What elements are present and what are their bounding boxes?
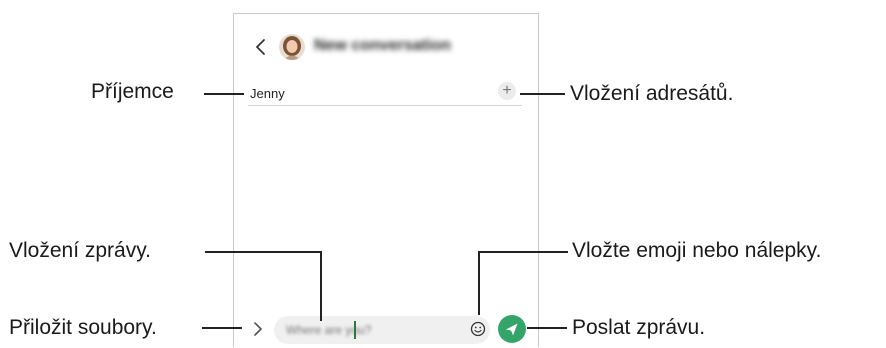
- leader-line-send: [527, 327, 567, 329]
- callout-send-message: Poslat zprávu.: [572, 316, 706, 339]
- leader-line-enter-message-v: [320, 251, 322, 321]
- recipient-divider: [248, 105, 522, 106]
- phone-screen: New conversation Jenny + Where are you?: [233, 13, 539, 347]
- message-draft-text: Where are you?: [286, 323, 372, 337]
- send-button[interactable]: [498, 315, 526, 343]
- send-icon: [506, 323, 518, 336]
- callout-add-recipients: Vložení adresátů.: [570, 82, 734, 105]
- emoji-icon[interactable]: [470, 321, 486, 337]
- leader-line-emoji-v: [478, 251, 480, 315]
- message-input[interactable]: Where are you?: [274, 316, 490, 344]
- conversation-title: New conversation: [314, 37, 451, 54]
- callout-recipient: Příjemce: [91, 80, 174, 103]
- avatar: [279, 34, 305, 60]
- text-caret: [354, 321, 356, 339]
- recipient-field[interactable]: Jenny: [250, 86, 285, 101]
- callout-attach-files: Přiložit soubory.: [9, 316, 157, 339]
- leader-line-attach: [202, 327, 242, 329]
- leader-line-emoji-h: [478, 251, 568, 253]
- leader-line-recipient: [204, 93, 244, 95]
- add-recipient-button[interactable]: +: [498, 82, 516, 100]
- leader-line-enter-message-h: [205, 251, 322, 253]
- chevron-right-icon[interactable]: [251, 321, 265, 337]
- callout-enter-message: Vložení zprávy.: [9, 239, 152, 262]
- leader-line-add-recipients: [520, 93, 565, 95]
- back-icon[interactable]: [254, 38, 268, 56]
- callout-emoji-stickers: Vložte emoji nebo nálepky.: [572, 239, 822, 262]
